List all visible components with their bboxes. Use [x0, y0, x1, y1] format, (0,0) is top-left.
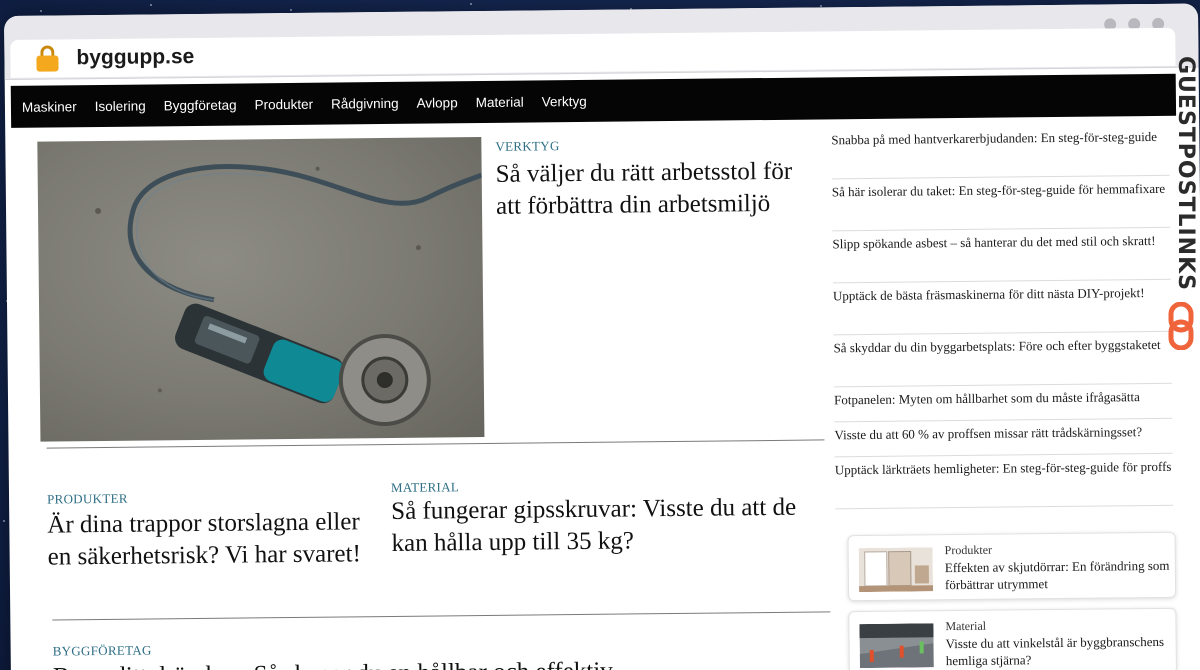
article-category[interactable]: PRODUKTER — [47, 491, 128, 508]
divider — [52, 611, 831, 621]
star — [470, 3, 472, 5]
sidebar-link[interactable]: Så här isolerar du taket: En steg-för-st… — [831, 175, 1171, 232]
sidebar-links: Snabba på med hantverkarerbjudanden: En … — [831, 123, 1174, 510]
browser-window: byggupp.se Maskiner Isolering Byggföreta… — [4, 3, 1200, 670]
sidebar-link[interactable]: Snabba på med hantverkarerbjudanden: En … — [831, 123, 1170, 180]
card-title[interactable]: Effekten av skjutdörrar: En förändring s… — [945, 557, 1170, 593]
watermark-text: GUESTPOSTLINKS — [1173, 56, 1198, 291]
article-title[interactable]: Är dina trappor storslagna eller en säke… — [47, 506, 378, 573]
divider — [46, 439, 825, 449]
card-title[interactable]: Visste du att vinkelstål är byggbransche… — [946, 633, 1171, 669]
article-title[interactable]: Så fungerar gipsskruvar: Visste du att d… — [391, 491, 832, 560]
article-category[interactable]: MATERIAL — [391, 479, 459, 496]
sidebar-link[interactable]: Fotpanelen: Myten om hållbarhet som du m… — [833, 383, 1173, 423]
star — [150, 4, 152, 6]
browser-chrome: byggupp.se — [4, 3, 1199, 80]
sidebar-card[interactable]: Material Visste du att vinkelstål är byg… — [848, 607, 1177, 670]
address-bar[interactable]: byggupp.se — [10, 27, 1176, 78]
chain-link-icon — [1168, 301, 1196, 355]
nav-item-byggforetag[interactable]: Byggföretag — [164, 97, 237, 113]
hero-category[interactable]: VERKTYG — [495, 138, 559, 155]
card-thumbnail — [858, 547, 934, 593]
page-content: VERKTYG Så väljer du rätt arbetsstol för… — [5, 115, 1200, 670]
sidebar-link[interactable]: Så skyddar du din byggarbetsplats: Före … — [833, 331, 1172, 388]
star — [40, 10, 42, 12]
hero-image[interactable] — [37, 137, 485, 442]
construction-site-photo — [859, 623, 934, 669]
lock-icon — [36, 45, 59, 72]
card-category[interactable]: Produkter — [945, 543, 992, 558]
hero-title[interactable]: Så väljer du rätt arbetsstol för att för… — [496, 156, 817, 223]
article-title[interactable]: Bygg ditt drömhus: Så skapar du en hållb… — [53, 654, 813, 670]
card-category[interactable]: Material — [945, 619, 986, 634]
sidebar-link[interactable]: Visste du att 60 % av proffsen missar rä… — [834, 418, 1173, 458]
nav-item-isolering[interactable]: Isolering — [95, 98, 146, 114]
sliding-door-photo — [858, 547, 934, 593]
sidebar-link[interactable]: Upptäck de bästa fräsmaskinerna för ditt… — [832, 279, 1172, 336]
nav-item-verktyg[interactable]: Verktyg — [542, 93, 587, 108]
article-category[interactable]: BYGGFÖRETAG — [53, 642, 152, 659]
nav-item-produkter[interactable]: Produkter — [254, 96, 313, 112]
card-thumbnail — [859, 623, 934, 669]
star — [3, 520, 5, 522]
url-text[interactable]: byggupp.se — [76, 45, 194, 70]
sidebar-link[interactable]: Upptäck lärkträets hemligheter: En steg-… — [834, 453, 1174, 510]
sidebar-card[interactable]: Produkter Effekten av skjutdörrar: En fö… — [847, 531, 1177, 602]
star — [290, 9, 292, 11]
nav-item-material[interactable]: Material — [476, 94, 524, 110]
nav-item-maskiner[interactable]: Maskiner — [22, 99, 77, 115]
angle-grinder-photo — [95, 164, 483, 427]
sidebar-link[interactable]: Slipp spökande asbest – så hanterar du d… — [832, 227, 1171, 284]
nav-item-radgivning[interactable]: Rådgivning — [331, 95, 399, 111]
nav-item-avlopp[interactable]: Avlopp — [417, 95, 458, 110]
